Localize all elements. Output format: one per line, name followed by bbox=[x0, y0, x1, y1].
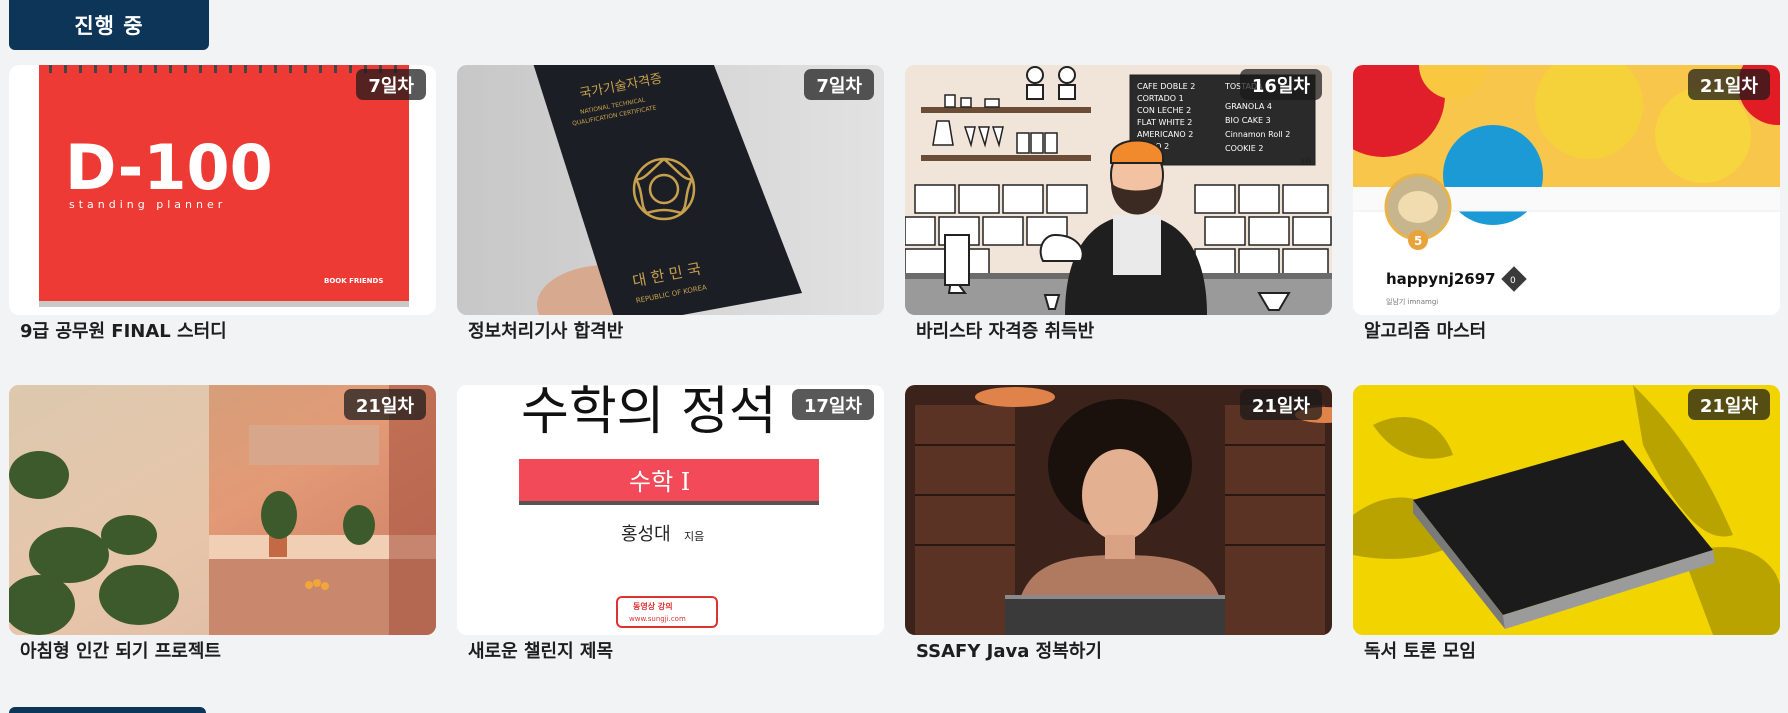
svg-text:CON LECHE 2: CON LECHE 2 bbox=[1137, 106, 1191, 115]
section-title: 진행 중 bbox=[74, 14, 144, 38]
card-thumbnail[interactable]: D-100 standing planner BOOK FRIENDS 7일차 bbox=[9, 65, 436, 315]
planner-illustration: D-100 standing planner BOOK FRIENDS bbox=[9, 65, 436, 315]
day-badge: 21일차 bbox=[1687, 389, 1770, 420]
svg-text:AMERICANO 2: AMERICANO 2 bbox=[1137, 130, 1193, 139]
challenge-card[interactable]: 수학의 정석 수학 I 홍성대 지음 동영상 강의 www.sungji.com… bbox=[457, 385, 884, 665]
card-thumbnail[interactable]: 수학의 정석 수학 I 홍성대 지음 동영상 강의 www.sungji.com… bbox=[457, 385, 884, 635]
barista-illustration: CAFE DOBLE 2 CORTADO 1 CON LECHE 2 FLAT … bbox=[905, 65, 1332, 315]
day-badge: 16일차 bbox=[1239, 69, 1322, 100]
day-badge: 7일차 bbox=[804, 69, 874, 100]
stamp-line2: www.sungji.com bbox=[629, 615, 686, 623]
book-author: 홍성대 bbox=[621, 524, 671, 545]
svg-text:FLAT WHITE 2: FLAT WHITE 2 bbox=[1137, 118, 1192, 127]
card-title[interactable]: 알고리즘 마스터 bbox=[1353, 319, 1780, 345]
day-badge: 21일차 bbox=[1239, 389, 1322, 420]
next-section-tab[interactable] bbox=[9, 707, 206, 713]
svg-text:BIO CAKE 3: BIO CAKE 3 bbox=[1225, 116, 1271, 125]
level-number: 5 bbox=[1414, 234, 1422, 248]
library-study-illustration bbox=[905, 385, 1332, 635]
card-title[interactable]: 아침형 인간 되기 프로젝트 bbox=[9, 639, 436, 665]
card-title[interactable]: 바리스타 자격증 취득반 bbox=[905, 319, 1332, 345]
challenge-card[interactable]: 국가기술자격증 NATIONAL TECHNICAL QUALIFICATION… bbox=[457, 65, 884, 345]
card-thumbnail[interactable]: 5 happynj2697 0 일남기 imnamgi 21일차 bbox=[1353, 65, 1780, 315]
card-thumbnail[interactable]: 국가기술자격증 NATIONAL TECHNICAL QUALIFICATION… bbox=[457, 65, 884, 315]
day-badge: 17일차 bbox=[791, 389, 874, 420]
svg-text:COOKIE 2: COOKIE 2 bbox=[1225, 144, 1263, 153]
hi-label: Hi bbox=[1301, 158, 1312, 168]
svg-text:CAFE DOBLE 2: CAFE DOBLE 2 bbox=[1137, 82, 1195, 91]
black-book-illustration bbox=[1353, 385, 1780, 635]
svg-text:CORTADO 1: CORTADO 1 bbox=[1137, 94, 1184, 103]
challenge-card[interactable]: 21일차 아침형 인간 되기 프로젝트 bbox=[9, 385, 436, 665]
section-tab-in-progress[interactable]: 진행 중 bbox=[9, 0, 209, 50]
svg-text:Cinnamon Roll 2: Cinnamon Roll 2 bbox=[1225, 130, 1290, 139]
day-badge: 21일차 bbox=[1687, 69, 1770, 100]
card-thumbnail[interactable]: CAFE DOBLE 2 CORTADO 1 CON LECHE 2 FLAT … bbox=[905, 65, 1332, 315]
math-book-illustration: 수학의 정석 수학 I 홍성대 지음 동영상 강의 www.sungji.com bbox=[457, 385, 884, 635]
profile-username: happynj2697 bbox=[1386, 270, 1496, 288]
challenge-card[interactable]: 21일차 SSAFY Java 정복하기 bbox=[905, 385, 1332, 665]
book-author-suffix: 지음 bbox=[684, 530, 704, 543]
card-thumbnail[interactable]: 21일차 bbox=[9, 385, 436, 635]
profile-card-illustration: 5 happynj2697 0 일남기 imnamgi bbox=[1353, 65, 1780, 315]
certificate-illustration: 국가기술자격증 NATIONAL TECHNICAL QUALIFICATION… bbox=[457, 65, 884, 315]
card-thumbnail[interactable]: 21일차 bbox=[1353, 385, 1780, 635]
challenge-card[interactable]: CAFE DOBLE 2 CORTADO 1 CON LECHE 2 FLAT … bbox=[905, 65, 1332, 345]
card-title[interactable]: SSAFY Java 정복하기 bbox=[905, 639, 1332, 665]
book-heading: 수학의 정석 bbox=[521, 385, 777, 442]
rank-number: 0 bbox=[1510, 276, 1516, 286]
card-thumbnail[interactable]: 21일차 bbox=[905, 385, 1332, 635]
card-title[interactable]: 9급 공무원 FINAL 스터디 bbox=[9, 319, 436, 345]
day-badge: 7일차 bbox=[356, 69, 426, 100]
planner-big-text: D-100 bbox=[65, 131, 273, 204]
challenge-card[interactable]: D-100 standing planner BOOK FRIENDS 7일차 … bbox=[9, 65, 436, 345]
card-title[interactable]: 새로운 챌린지 제목 bbox=[457, 639, 884, 665]
planner-sub-text: standing planner bbox=[69, 198, 226, 211]
svg-text:GRANOLA 4: GRANOLA 4 bbox=[1225, 102, 1272, 111]
card-title[interactable]: 독서 토론 모임 bbox=[1353, 639, 1780, 665]
profile-sub: 일남기 imnamgi bbox=[1386, 297, 1438, 306]
book-band-text: 수학 I bbox=[629, 468, 690, 496]
stamp-line1: 동영상 강의 bbox=[633, 601, 673, 611]
card-title[interactable]: 정보처리기사 합격반 bbox=[457, 319, 884, 345]
challenge-card[interactable]: 5 happynj2697 0 일남기 imnamgi 21일차 알고리즘 마스… bbox=[1353, 65, 1780, 345]
day-badge: 21일차 bbox=[343, 389, 426, 420]
challenge-card[interactable]: 21일차 독서 토론 모임 bbox=[1353, 385, 1780, 665]
morning-room-illustration bbox=[9, 385, 436, 635]
planner-brand: BOOK FRIENDS bbox=[324, 277, 383, 285]
